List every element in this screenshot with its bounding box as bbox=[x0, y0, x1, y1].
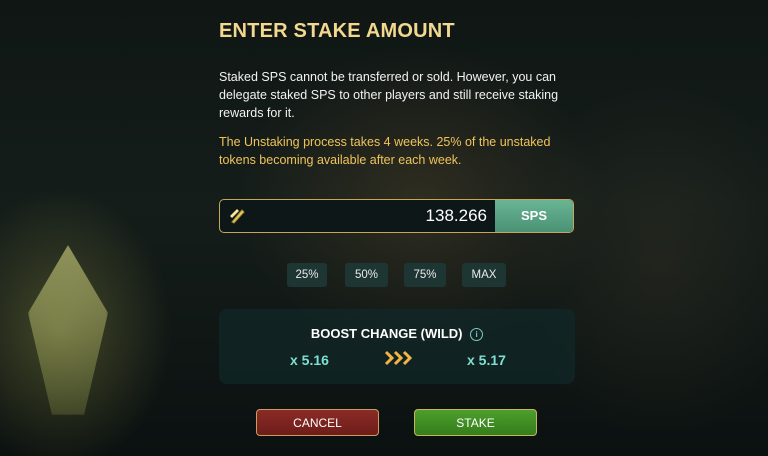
info-icon[interactable]: i bbox=[470, 328, 484, 341]
unstake-warning: The Unstaking process takes 4 weeks. 25%… bbox=[219, 135, 551, 167]
percent-50-button[interactable]: 50% bbox=[345, 263, 388, 287]
stake-button[interactable]: STAKE bbox=[414, 409, 537, 436]
chevrons-right-icon bbox=[384, 350, 412, 366]
dialog-description: Staked SPS cannot be transferred or sold… bbox=[219, 70, 559, 120]
boost-title-text: BOOST CHANGE (WILD) bbox=[310, 326, 463, 341]
stake-amount-input[interactable] bbox=[254, 200, 495, 232]
percent-25-button[interactable]: 25% bbox=[287, 263, 327, 287]
percent-75-button[interactable]: 75% bbox=[404, 263, 446, 287]
boost-change-panel: BOOST CHANGE (WILD) i x 5.16 x 5.17 bbox=[219, 309, 575, 384]
boost-new-value: x 5.17 bbox=[467, 352, 506, 368]
stake-amount-field[interactable]: SPS bbox=[219, 199, 574, 233]
currency-unit-badge: SPS bbox=[495, 200, 573, 232]
max-button[interactable]: MAX bbox=[462, 263, 506, 287]
dialog-title: ENTER STAKE AMOUNT bbox=[219, 20, 455, 42]
sps-token-icon bbox=[220, 200, 254, 232]
boost-title: BOOST CHANGE (WILD) i bbox=[219, 326, 575, 341]
cancel-button[interactable]: CANCEL bbox=[256, 409, 379, 436]
boost-current-value: x 5.16 bbox=[290, 352, 329, 368]
stake-dialog: ENTER STAKE AMOUNT Staked SPS cannot be … bbox=[0, 0, 768, 456]
